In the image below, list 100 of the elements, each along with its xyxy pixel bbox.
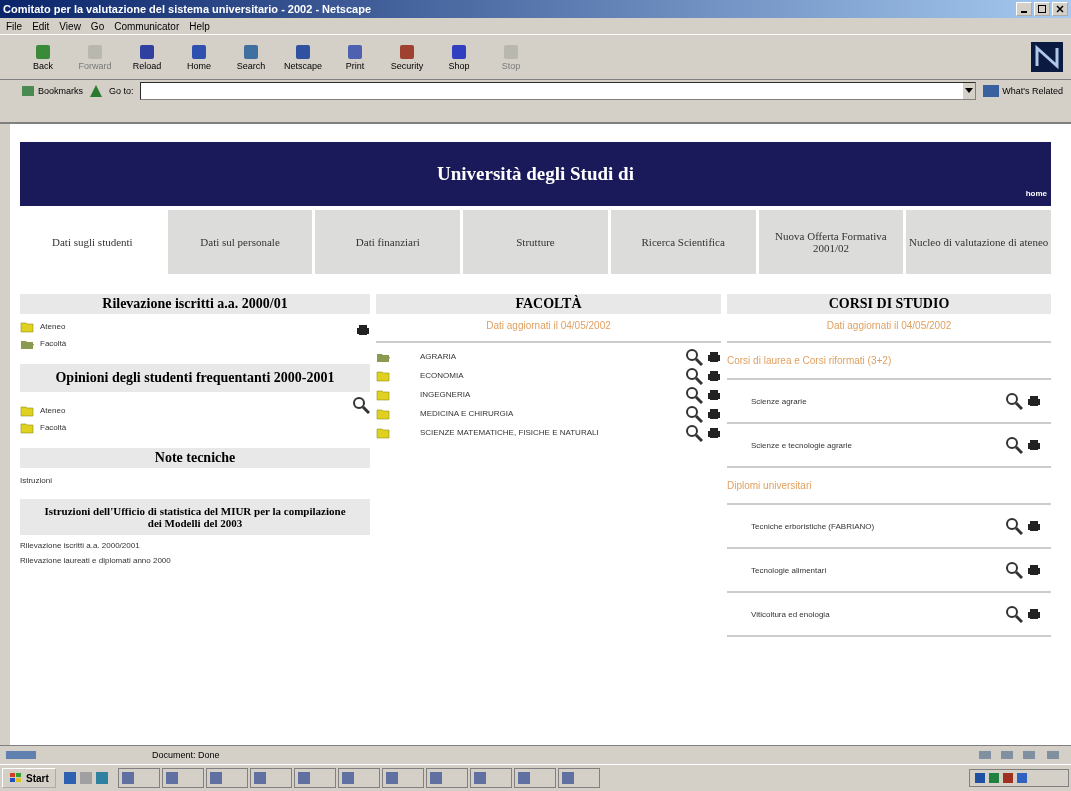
toolbar-icon xyxy=(449,43,469,61)
print-icon[interactable] xyxy=(1027,439,1041,451)
toolbar-icon xyxy=(397,43,417,61)
instructions-link[interactable]: Istruzioni xyxy=(20,476,370,485)
search-icon[interactable] xyxy=(685,423,703,442)
nav-tab[interactable]: Dati sul personale xyxy=(167,210,313,274)
dropdown-arrow-icon[interactable] xyxy=(965,88,974,94)
toolbar-button[interactable]: Netscape xyxy=(280,43,326,71)
bookmark-icon xyxy=(20,84,36,98)
nav-tab[interactable]: Strutture xyxy=(463,210,608,274)
taskbar-window-icon[interactable] xyxy=(161,768,204,788)
taskbar-window-icon[interactable] xyxy=(205,768,248,788)
location-icon xyxy=(89,84,103,98)
close-icon xyxy=(1056,5,1064,13)
location-label: Go to: xyxy=(109,86,134,96)
toolbar-button[interactable]: Home xyxy=(176,43,222,71)
print-icon[interactable] xyxy=(1027,564,1041,576)
faculty-link[interactable]: SCIENZE MATEMATICHE, FISICHE E NATURALI xyxy=(394,428,681,437)
course-link[interactable]: Scienze e tecnologie agrarie xyxy=(751,440,852,450)
print-icon[interactable] xyxy=(1027,520,1041,532)
faculty-link[interactable]: MEDICINA E CHIRURGIA xyxy=(394,409,681,418)
print-icon[interactable] xyxy=(1027,395,1041,407)
print-icon[interactable] xyxy=(707,350,721,363)
folder-link[interactable]: Ateneo xyxy=(40,322,66,331)
print-icon[interactable] xyxy=(707,407,721,420)
menu-item[interactable]: Communicator xyxy=(114,20,180,32)
toolbar-icon xyxy=(501,43,521,61)
menu-item[interactable]: File xyxy=(6,20,23,32)
search-icon[interactable] xyxy=(1005,392,1023,410)
toolbar-button[interactable]: Search xyxy=(228,43,274,71)
print-icon[interactable] xyxy=(707,426,721,439)
search-icon[interactable] xyxy=(1005,517,1023,535)
taskbar-window-icon[interactable] xyxy=(557,768,600,788)
location-field[interactable] xyxy=(139,82,977,100)
nav-tab[interactable]: Ricerca Scientifica xyxy=(610,210,756,274)
search-icon[interactable] xyxy=(1005,436,1023,454)
search-icon[interactable] xyxy=(1005,605,1023,623)
toolbar-button[interactable]: Back xyxy=(20,43,66,71)
taskbar-window-icon[interactable] xyxy=(293,768,336,788)
course-link[interactable]: Tecnologie alimentari xyxy=(751,565,827,575)
section-heading: Rilevazione iscritti a.a. 2000/01 xyxy=(20,294,370,314)
menu-item[interactable]: Help xyxy=(189,20,210,32)
search-icon[interactable] xyxy=(1005,561,1023,579)
section-heading: Opinioni degli studenti frequentanti 2000-2001 xyxy=(20,364,370,392)
toolbar-button[interactable]: Reload xyxy=(124,43,170,71)
group-heading: Diplomi universitari xyxy=(727,479,813,493)
toolbar-button[interactable]: Security xyxy=(384,43,430,71)
update-date: Dati aggiornati il 04/05/2002 xyxy=(485,319,612,333)
minimize-button[interactable] xyxy=(1016,2,1032,16)
bookmarks-button[interactable]: Bookmarks xyxy=(20,84,83,98)
taskbar-window-icon[interactable] xyxy=(469,768,512,788)
taskbar-window-icon[interactable] xyxy=(337,768,380,788)
folder-link[interactable]: Facoltà xyxy=(40,339,67,348)
print-icon[interactable] xyxy=(1027,608,1041,620)
search-icon[interactable] xyxy=(685,366,703,385)
course-link[interactable]: Scienze agrarie xyxy=(751,396,807,406)
section-heading: CORSI DI STUDIO xyxy=(727,294,1051,314)
section-heading: Istruzioni dell'Ufficio di statistica del MIUR per la compilazione dei Modelli del 2003 xyxy=(20,499,370,535)
nav-tab[interactable]: Nucleo di valutazione di ateneo xyxy=(906,210,1051,274)
search-icon[interactable] xyxy=(685,347,703,366)
taskbar-window-icon[interactable] xyxy=(513,768,556,788)
faculty-link[interactable]: ECONOMIA xyxy=(394,371,681,380)
course-link[interactable]: Tecniche erboristiche (FABRIANO) xyxy=(751,521,875,531)
print-icon[interactable] xyxy=(707,388,721,401)
document-link[interactable]: Rilevazione iscritti a.a. 2000/2001 xyxy=(20,541,370,550)
search-icon[interactable] xyxy=(685,404,703,423)
toolbar-button[interactable]: Shop xyxy=(436,43,482,71)
toolbar-button[interactable]: Print xyxy=(332,43,378,71)
folder-link[interactable]: Facoltà xyxy=(40,423,67,432)
document-link[interactable]: Rilevazione laureati e diplomati anno 2000 xyxy=(20,556,370,565)
course-link[interactable]: Viticoltura ed enologia xyxy=(751,609,830,619)
menu-item[interactable]: Go xyxy=(90,20,105,32)
taskbar-window-icon[interactable] xyxy=(117,768,160,788)
taskbar-window-icon[interactable] xyxy=(249,768,292,788)
whats-related-button[interactable]: What's Related xyxy=(982,84,1063,98)
netscape-logo xyxy=(1031,42,1063,72)
toolbar-icon xyxy=(293,43,313,61)
faculty-link[interactable]: AGRARIA xyxy=(394,352,681,361)
maximize-button[interactable] xyxy=(1034,2,1050,16)
close-button[interactable] xyxy=(1052,2,1068,16)
section-heading: FACOLTÀ xyxy=(376,294,721,314)
search-icon[interactable] xyxy=(352,396,370,414)
taskbar-window-icon[interactable] xyxy=(381,768,424,788)
status-text: Document: Done xyxy=(152,750,221,760)
taskbar-window-icon[interactable] xyxy=(425,768,468,788)
toolbar-icon xyxy=(345,43,365,61)
toolbar-icon xyxy=(137,43,157,61)
print-icon[interactable] xyxy=(707,369,721,382)
section-heading: Note tecniche xyxy=(20,448,370,468)
print-icon[interactable] xyxy=(356,324,370,336)
start-button[interactable]: Start xyxy=(2,768,56,788)
nav-tab[interactable]: Dati finanziari xyxy=(315,210,461,274)
faculty-link[interactable]: INGEGNERIA xyxy=(394,390,681,399)
search-icon[interactable] xyxy=(685,385,703,404)
nav-tab[interactable]: Nuova Offerta Formativa 2001/02 xyxy=(758,210,904,274)
menu-item[interactable]: View xyxy=(59,20,81,32)
menu-item[interactable]: Edit xyxy=(32,20,50,32)
folder-link[interactable]: Ateneo xyxy=(40,406,66,415)
toolbar-icon xyxy=(85,43,105,61)
home-link[interactable]: home xyxy=(1025,189,1047,198)
